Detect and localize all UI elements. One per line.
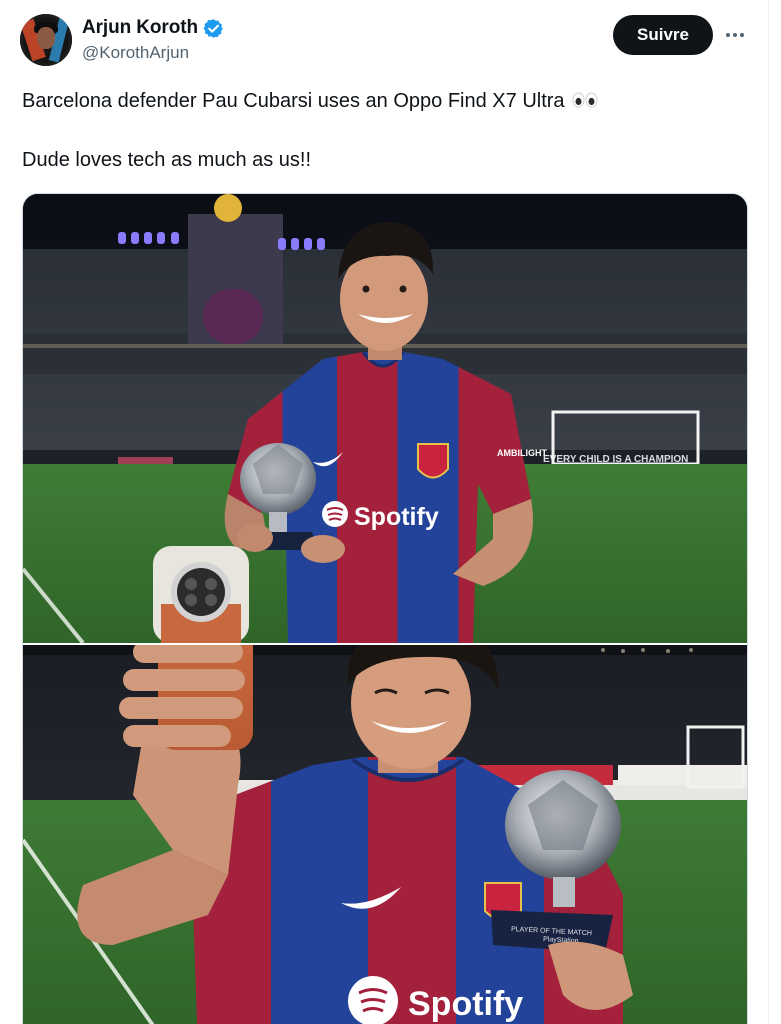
more-options-icon[interactable] (724, 24, 746, 46)
follow-button[interactable]: Suivre (613, 15, 713, 55)
author-info: Arjun Koroth @KorothArjun (82, 16, 224, 65)
tweet-header: Arjun Koroth @KorothArjun Suivre (20, 14, 750, 70)
author-display-name[interactable]: Arjun Koroth (82, 16, 198, 40)
tweet-text: Barcelona defender Pau Cubarsi uses an O… (22, 86, 742, 175)
verified-badge-icon[interactable] (203, 18, 224, 39)
tweet-card: Arjun Koroth @KorothArjun Suivre Barcelo… (0, 0, 781, 1024)
jersey-sponsor-text-bottom: Spotify (408, 985, 523, 1023)
sleeve-sponsor-text: AMBILIGHT (497, 448, 547, 458)
media-grid[interactable]: EVERY CHILD IS A CHAMPION AMBILIGHT Spot… (22, 193, 748, 1024)
profile-avatar[interactable] (20, 14, 72, 66)
jersey-sponsor-text: Spotify (354, 503, 439, 531)
tweet-text-line-1: Barcelona defender Pau Cubarsi uses an O… (22, 90, 565, 112)
author-handle[interactable]: @KorothArjun (82, 41, 224, 65)
tweet-text-line-2: Dude loves tech as much as us!! (22, 149, 312, 171)
author-name-row[interactable]: Arjun Koroth (82, 16, 224, 40)
photo-player-selfie[interactable]: Spotify PLAYER OF THE MATCH PlayStation (23, 645, 747, 1024)
tweet-text-line: Barcelona defender Pau Cubarsi uses an O… (22, 86, 742, 116)
photo-player-with-trophy[interactable]: EVERY CHILD IS A CHAMPION AMBILIGHT Spot… (23, 194, 747, 643)
timeline-border (768, 0, 769, 1024)
eyes-emoji-icon (572, 92, 598, 108)
